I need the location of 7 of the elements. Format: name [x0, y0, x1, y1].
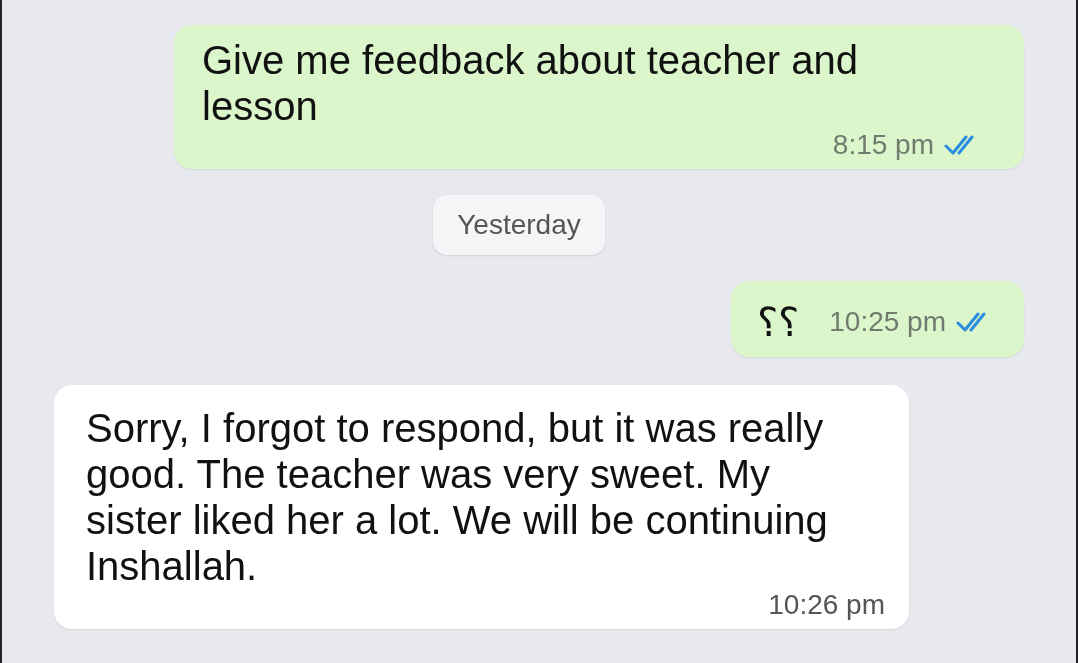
- message-text: ؟؟: [757, 299, 800, 345]
- message-time: 10:26 pm: [768, 589, 885, 621]
- message-text: Give me feedback about teacher and lesson: [202, 37, 859, 129]
- date-label: Yesterday: [433, 195, 605, 255]
- message-time: 10:25 pm: [829, 306, 946, 338]
- message-text: Sorry, I forgot to respond, but it was really good. The teacher was very sweet. My sister liked her a lot. We will be continuing Inshallah.: [86, 405, 829, 589]
- message-time: 8:15 pm: [832, 129, 934, 161]
